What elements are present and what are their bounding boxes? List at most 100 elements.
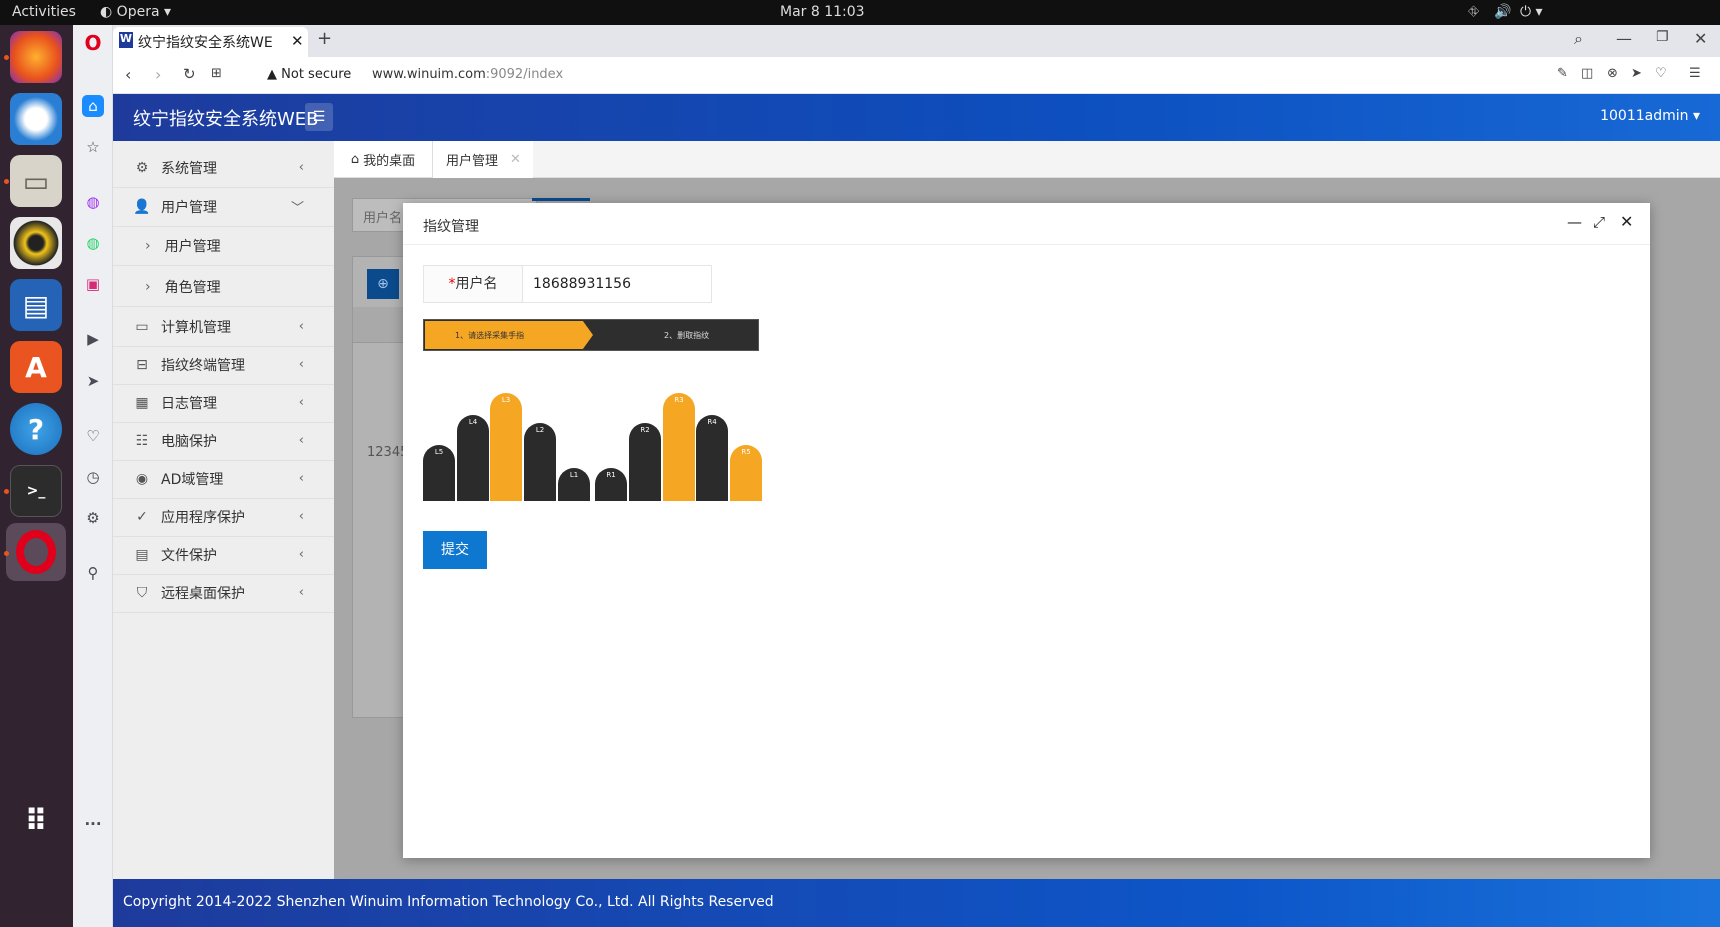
tips-icon[interactable]: ⚲ (82, 562, 104, 584)
add-button[interactable]: ⊕ (367, 269, 399, 299)
messenger-icon[interactable]: ◍ (82, 191, 104, 213)
finger-L4[interactable]: L4 (457, 415, 489, 501)
tab-close-icon[interactable]: ✕ (291, 32, 304, 50)
files-icon[interactable]: ▭ (10, 155, 62, 207)
finger-L1[interactable]: L1 (558, 468, 590, 501)
volume-icon[interactable]: 🔊 (1494, 4, 1511, 20)
sidebar-item-7[interactable]: ☷ 电脑保护 ‹ (113, 421, 334, 461)
sidebar-item-label: 角色管理 (164, 279, 221, 296)
firefox-icon[interactable] (10, 31, 62, 83)
instagram-icon[interactable]: ▣ (82, 273, 104, 295)
network-icon[interactable]: ⛗ (1468, 4, 1479, 20)
submenu-item-3[interactable]: › 角色管理 (113, 267, 334, 307)
finger-L3[interactable]: L3 (490, 393, 522, 501)
close-modal-icon[interactable]: ✕ (1620, 212, 1633, 231)
account-icon: ◉ (135, 470, 149, 487)
sidebar-item-4[interactable]: ▭ 计算机管理 ‹ (113, 307, 334, 347)
system-top-bar: Activities ◐ Opera ▾ Mar 8 11:03 ⛗ 🔊 ⏻ ▾ (0, 0, 1720, 25)
heart-icon[interactable]: ♡ (82, 425, 104, 447)
clock[interactable]: Mar 8 11:03 (780, 4, 865, 20)
bookmark-heart-icon[interactable]: ♡ (1655, 66, 1667, 81)
sidebar-item-0[interactable]: ⚙ 系统管理 ‹ (113, 148, 334, 188)
adblock-icon[interactable]: ⊗ (1607, 66, 1618, 81)
terminal-icon[interactable]: >_ (10, 465, 62, 517)
home-icon: ⌂ (350, 151, 360, 167)
finger-R3[interactable]: R3 (663, 393, 695, 501)
sidebar-item-5[interactable]: ⊟ 指纹终端管理 ‹ (113, 345, 334, 385)
tab-home[interactable]: ⌂ 我的桌面 (334, 141, 433, 177)
step-progress: 1、请选择采集手指 2、删取指纹 (423, 319, 759, 351)
sidebar-item-11[interactable]: ⛉ 远程桌面保护 ‹ (113, 573, 334, 613)
username-input[interactable]: 18688931156 (522, 265, 712, 303)
more-icon[interactable]: ··· (82, 813, 104, 835)
reload-icon[interactable]: ↻ (183, 65, 196, 83)
camera-icon[interactable]: ◫ (1581, 66, 1593, 81)
settings-icon[interactable]: ⚙ (82, 507, 104, 529)
rhythmbox-icon[interactable] (10, 217, 62, 269)
check-circle-icon: ✓ (136, 508, 148, 525)
search-button[interactable] (532, 198, 590, 201)
browser-tab[interactable]: W 纹宁指纹安全系统WE ✕ (113, 27, 308, 57)
submit-button[interactable]: 提交 (423, 531, 487, 569)
finger-R5[interactable]: R5 (730, 445, 762, 501)
file-icon: ▤ (135, 546, 149, 563)
back-icon[interactable]: ‹ (125, 65, 131, 84)
thunderbird-icon[interactable] (10, 93, 62, 145)
activities-button[interactable]: Activities (12, 4, 76, 20)
speed-dial-icon[interactable]: ☆ (82, 136, 104, 158)
maximize-modal-icon[interactable]: ⤢ (1593, 213, 1605, 231)
sidebar-item-label: 用户管理 (161, 199, 217, 216)
app-header: 纹宁指纹安全系统WEB ☰ 10011admin ▾ (113, 94, 1720, 141)
sidebar-item-1[interactable]: 👤 用户管理 ﹀ (113, 187, 334, 227)
chevron-left-icon: ‹ (298, 319, 304, 334)
sidebar-item-label: 远程桌面保护 (161, 585, 245, 602)
restore-window-icon[interactable]: ❐ (1656, 29, 1669, 45)
url-field[interactable]: www.winuim.com:9092/index (372, 67, 563, 82)
chevron-left-icon: ‹ (298, 357, 304, 372)
power-icon[interactable]: ⏻ ▾ (1520, 4, 1543, 20)
submenu-item-2[interactable]: › 用户管理 (113, 226, 334, 266)
new-tab-button[interactable]: + (317, 28, 332, 49)
share-icon[interactable]: ➤ (1631, 66, 1642, 81)
opera-menu-icon[interactable]: O (82, 31, 104, 55)
copyright-text: Copyright 2014-2022 Shenzhen Winuim Info… (123, 894, 774, 910)
tabs-grid-icon[interactable]: ⊞ (211, 66, 222, 81)
terminal-icon: ⊟ (136, 356, 148, 373)
dock: ▭ ▤ A ? >_ ⠿ (0, 25, 73, 927)
send-icon[interactable]: ➤ (82, 370, 104, 392)
finger-R4[interactable]: R4 (696, 415, 728, 501)
sidebar-item-6[interactable]: ▦ 日志管理 ‹ (113, 383, 334, 423)
edit-icon[interactable]: ✎ (1557, 66, 1568, 81)
fingerprint-modal: 指纹管理 — ⤢ ✕ *用户名 18688931156 1、请选择采集手指 2、… (403, 203, 1650, 858)
app-center-icon[interactable]: A (10, 341, 62, 393)
finger-L5[interactable]: L5 (423, 445, 455, 501)
player-icon[interactable]: ▶ (82, 328, 104, 350)
finger-L2[interactable]: L2 (524, 423, 556, 501)
tab-user-management[interactable]: 用户管理 ✕ (433, 141, 533, 178)
menu-toggle-icon[interactable]: ☰ (305, 103, 333, 131)
show-apps-icon[interactable]: ⠿ (10, 795, 62, 847)
user-menu[interactable]: 10011admin ▾ (1600, 108, 1700, 124)
minimize-modal-icon[interactable]: — (1567, 213, 1582, 231)
libreoffice-writer-icon[interactable]: ▤ (10, 279, 62, 331)
sidebar-item-8[interactable]: ◉ AD域管理 ‹ (113, 459, 334, 499)
minimize-window-icon[interactable]: — (1616, 29, 1632, 48)
search-tabs-icon[interactable]: ⌕ (1574, 29, 1583, 49)
finger-R2[interactable]: R2 (629, 423, 661, 501)
whatsapp-icon[interactable]: ◍ (82, 232, 104, 254)
home-icon[interactable]: ⌂ (82, 95, 104, 117)
history-icon[interactable]: ◷ (82, 466, 104, 488)
opera-icon[interactable] (6, 523, 66, 581)
sidebar-item-label: 电脑保护 (161, 433, 217, 450)
forward-icon[interactable]: › (155, 65, 161, 84)
sidebar-item-9[interactable]: ✓ 应用程序保护 ‹ (113, 497, 334, 537)
close-window-icon[interactable]: ✕ (1694, 29, 1707, 48)
easy-setup-icon[interactable]: ☰ (1689, 66, 1701, 81)
not-secure-indicator[interactable]: ▲ Not secure (267, 67, 351, 82)
help-icon[interactable]: ? (10, 403, 62, 455)
opera-app-menu[interactable]: ◐ Opera ▾ (100, 4, 171, 20)
user-icon: 👤 (133, 198, 151, 215)
finger-R1[interactable]: R1 (595, 468, 627, 501)
sidebar-item-10[interactable]: ▤ 文件保护 ‹ (113, 535, 334, 575)
tab-close-icon[interactable]: ✕ (510, 152, 521, 167)
